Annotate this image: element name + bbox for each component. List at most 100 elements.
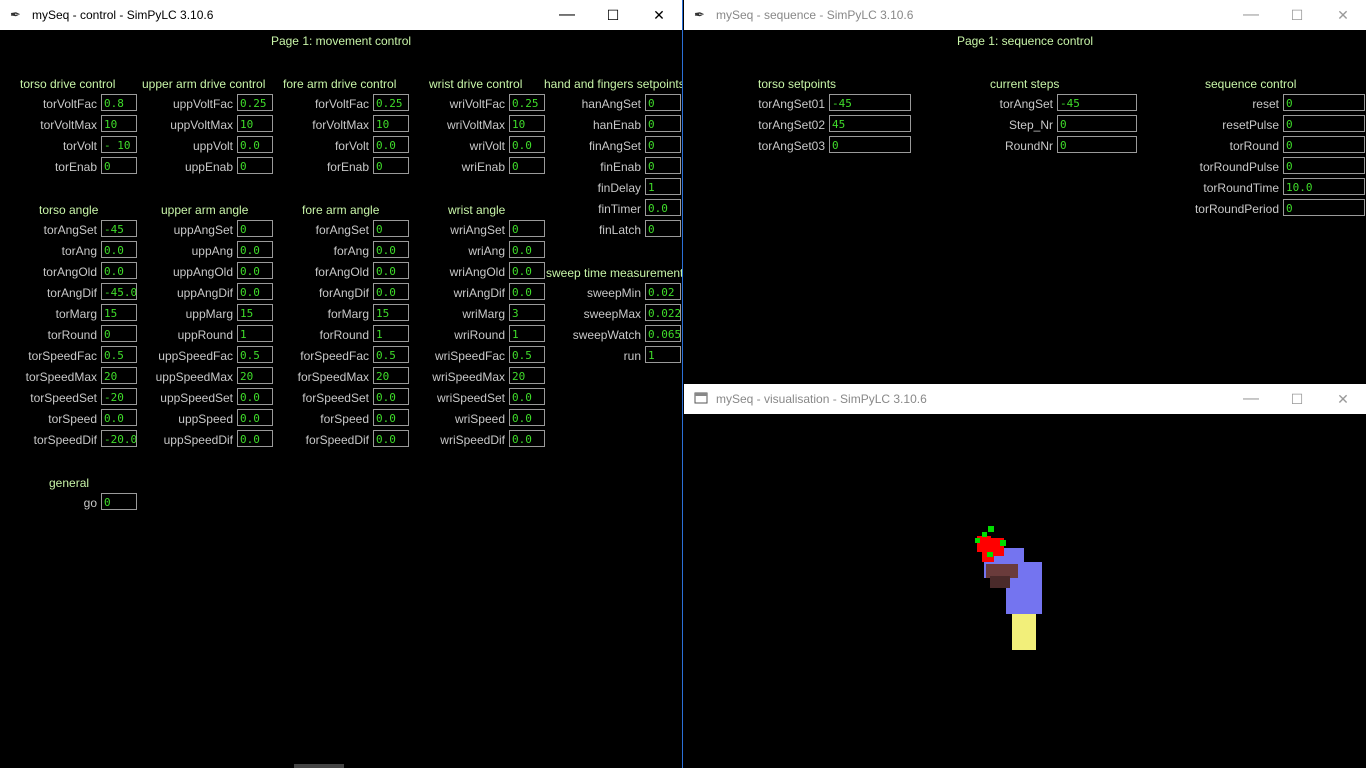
control-titlebar[interactable]: ✒ mySeq - control - SimPyLC 3.10.6 — ☐ ✕ (0, 0, 682, 30)
variable-value-field[interactable]: 0 (645, 220, 681, 237)
variable-value-field[interactable]: 20 (509, 367, 545, 384)
variable-value-field[interactable]: 15 (373, 304, 409, 321)
variable-value-field[interactable]: 0.0 (237, 241, 273, 258)
variable-value-field[interactable]: 0.0 (509, 283, 545, 300)
close-button[interactable]: ✕ (1320, 0, 1366, 30)
variable-value-field[interactable]: 0 (645, 157, 681, 174)
variable-value-field[interactable]: 1 (645, 346, 681, 363)
variable-value-field[interactable]: 0.0 (373, 136, 409, 153)
variable-value-field[interactable]: 1 (237, 325, 273, 342)
variable-label: torAngDif (46, 286, 97, 300)
variable-value-field[interactable]: 0.0 (373, 262, 409, 279)
variable-value-field[interactable]: 20 (237, 367, 273, 384)
variable-value-field[interactable]: 0 (101, 157, 137, 174)
variable-value-field[interactable]: 0.5 (101, 346, 137, 363)
variable-value-field[interactable]: 0.0 (509, 430, 545, 447)
variable-value-field[interactable]: 0 (1283, 199, 1365, 216)
maximize-button[interactable]: ☐ (1274, 0, 1320, 30)
variable-value-field[interactable]: 0.5 (373, 346, 409, 363)
variable-value-field[interactable]: - 10 (101, 136, 137, 153)
minimize-button[interactable]: — (544, 0, 590, 30)
variable-value-field[interactable]: 0.5 (509, 346, 545, 363)
variable-value-field[interactable]: 1 (645, 178, 681, 195)
variable-value-field[interactable]: 0 (1283, 136, 1365, 153)
sequence-titlebar[interactable]: ✒ mySeq - sequence - SimPyLC 3.10.6 — ☐ … (684, 0, 1366, 30)
variable-value-field[interactable]: 0.022 (645, 304, 681, 321)
minimize-button[interactable]: — (1228, 0, 1274, 30)
variable-value-field[interactable]: -45 (101, 220, 137, 237)
visualisation-canvas[interactable] (684, 414, 1366, 768)
variable-value-field[interactable]: 15 (101, 304, 137, 321)
variable-value-field[interactable]: 0 (373, 220, 409, 237)
variable-value-field[interactable]: 0 (645, 136, 681, 153)
variable-value-field[interactable]: 0 (509, 220, 545, 237)
variable-value-field[interactable]: 0.0 (237, 388, 273, 405)
variable-value-field[interactable]: 0.0 (237, 409, 273, 426)
variable-value-field[interactable]: 0.0 (645, 199, 681, 216)
variable-value-field[interactable]: 20 (373, 367, 409, 384)
variable-value-field[interactable]: 0.0 (237, 283, 273, 300)
variable-value-field[interactable]: 45 (829, 115, 911, 132)
variable-value-field[interactable]: 10 (373, 115, 409, 132)
close-button[interactable]: ✕ (636, 0, 682, 30)
variable-value-field[interactable]: 0.0 (237, 262, 273, 279)
variable-value-field[interactable]: 0 (1283, 115, 1365, 132)
variable-value-field[interactable]: 0.0 (101, 262, 137, 279)
variable-value-field[interactable]: 0 (1283, 94, 1365, 111)
variable-value-field[interactable]: 0 (509, 157, 545, 174)
variable-value-field[interactable]: -45 (829, 94, 911, 111)
variable-value-field[interactable]: 0.0 (101, 409, 137, 426)
variable-value-field[interactable]: 0 (1057, 115, 1137, 132)
variable-row: finLatch 0 (599, 220, 681, 240)
variable-value-field[interactable]: 0 (101, 325, 137, 342)
variable-value-field[interactable]: 0.065 (645, 325, 681, 342)
maximize-button[interactable]: ☐ (590, 0, 636, 30)
variable-value-field[interactable]: 0.0 (509, 262, 545, 279)
variable-value-field[interactable]: 0.25 (373, 94, 409, 111)
variable-value-field[interactable]: 0 (237, 220, 273, 237)
variable-value-field[interactable]: 0.0 (237, 136, 273, 153)
variable-value-field[interactable]: 10.0 (1283, 178, 1365, 195)
variable-value-field[interactable]: 10 (509, 115, 545, 132)
variable-value-field[interactable]: 0.0 (373, 241, 409, 258)
variable-value-field[interactable]: 0.0 (373, 409, 409, 426)
variable-value-field[interactable]: 0.0 (237, 430, 273, 447)
variable-value-field[interactable]: 0.25 (237, 94, 273, 111)
variable-value-field[interactable]: 20 (101, 367, 137, 384)
variable-value-field[interactable]: 0.8 (101, 94, 137, 111)
variable-value-field[interactable]: -45 (1057, 94, 1137, 111)
variable-value-field[interactable]: 10 (237, 115, 273, 132)
visualisation-titlebar[interactable]: mySeq - visualisation - SimPyLC 3.10.6 —… (684, 384, 1366, 414)
variable-value-field[interactable]: 0.0 (509, 409, 545, 426)
variable-row: forRound 1 (320, 325, 409, 345)
variable-value-field[interactable]: 0.0 (373, 388, 409, 405)
variable-value-field[interactable]: 0.0 (509, 241, 545, 258)
variable-value-field[interactable]: 1 (509, 325, 545, 342)
variable-value-field[interactable]: -45.0 (101, 283, 137, 300)
variable-value-field[interactable]: 0.0 (509, 136, 545, 153)
variable-value-field[interactable]: 0.25 (509, 94, 545, 111)
variable-value-field[interactable]: 3 (509, 304, 545, 321)
variable-value-field[interactable]: 0 (1283, 157, 1365, 174)
variable-value-field[interactable]: 0.0 (373, 430, 409, 447)
variable-value-field[interactable]: 0.5 (237, 346, 273, 363)
variable-value-field[interactable]: -20.0 (101, 430, 137, 447)
variable-value-field[interactable]: 0.0 (509, 388, 545, 405)
variable-value-field[interactable]: 0 (101, 493, 137, 510)
variable-value-field[interactable]: 1 (373, 325, 409, 342)
variable-value-field[interactable]: 0 (645, 115, 681, 132)
variable-value-field[interactable]: 0.0 (101, 241, 137, 258)
variable-value-field[interactable]: 0 (373, 157, 409, 174)
variable-value-field[interactable]: 0 (829, 136, 911, 153)
variable-value-field[interactable]: 0 (645, 94, 681, 111)
variable-value-field[interactable]: 15 (237, 304, 273, 321)
close-button[interactable]: ✕ (1320, 384, 1366, 414)
variable-value-field[interactable]: -20 (101, 388, 137, 405)
maximize-button[interactable]: ☐ (1274, 384, 1320, 414)
variable-value-field[interactable]: 0 (237, 157, 273, 174)
minimize-button[interactable]: — (1228, 384, 1274, 414)
variable-value-field[interactable]: 0.0 (373, 283, 409, 300)
variable-value-field[interactable]: 10 (101, 115, 137, 132)
variable-value-field[interactable]: 0.02 (645, 283, 681, 300)
variable-value-field[interactable]: 0 (1057, 136, 1137, 153)
